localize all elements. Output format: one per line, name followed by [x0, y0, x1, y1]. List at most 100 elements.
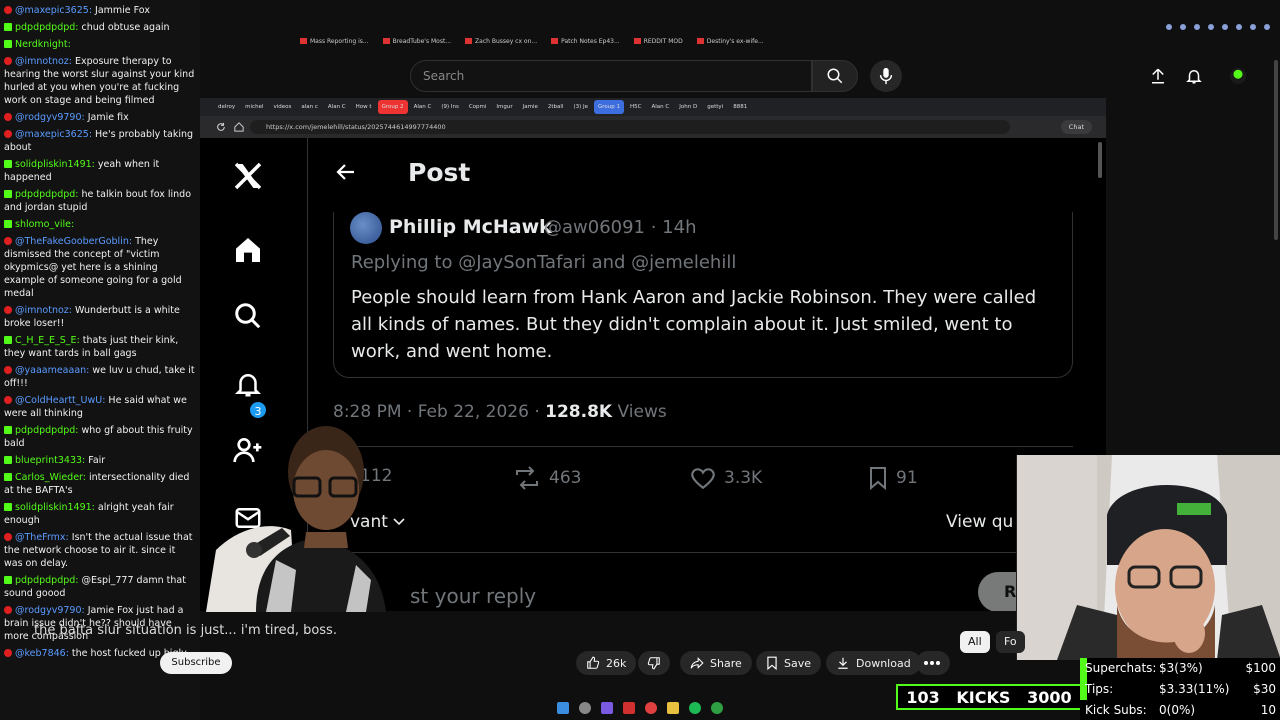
browser-tab[interactable]: How t: [352, 100, 376, 114]
tab-group[interactable]: Group 1: [594, 100, 625, 114]
browser-tab[interactable]: 2tball: [544, 100, 568, 114]
address-bar[interactable]: https://x.com/jemelehill/status/20257446…: [250, 120, 1010, 134]
app-icon[interactable]: [623, 702, 635, 714]
extension-icon[interactable]: [1194, 24, 1200, 30]
bookmark[interactable]: REDDIT MOD: [634, 38, 683, 52]
chat-username[interactable]: Carlos_Wieder:: [15, 472, 86, 483]
chat-username[interactable]: @imnotnoz:: [15, 305, 72, 316]
chat-username[interactable]: @maxepic3625:: [15, 5, 92, 16]
chat-username[interactable]: pdpdpdpdpd:: [15, 575, 79, 586]
extension-icon[interactable]: [1208, 24, 1214, 30]
bookmark[interactable]: BreadTube's Most...: [383, 38, 451, 52]
tab-group[interactable]: Group 2: [377, 100, 408, 114]
page-scrollbar[interactable]: [1274, 60, 1278, 240]
search-icon[interactable]: [579, 702, 591, 714]
share-button[interactable]: Share: [680, 651, 752, 675]
browser-tab[interactable]: Jamie: [519, 100, 542, 114]
chat-username[interactable]: @TheFakeGooberGoblin:: [15, 236, 132, 247]
stream-chat[interactable]: @maxepic3625: Jammie Fox pdpdpdpdpd: chud o…: [0, 0, 200, 720]
browser-tab[interactable]: Alan C: [324, 100, 350, 114]
extension-icon[interactable]: [1222, 24, 1228, 30]
post-time[interactable]: 8:28 PM · Feb 22, 2026 ·: [333, 402, 540, 422]
chat-username[interactable]: @yaaameaaan:: [15, 365, 89, 376]
chat-button[interactable]: Chat: [1060, 120, 1092, 134]
extension-icon[interactable]: [1250, 24, 1256, 30]
view-quotes-link[interactable]: View qu: [946, 512, 1013, 532]
chat-username[interactable]: @TheFrmx:: [15, 532, 69, 543]
xbox-icon[interactable]: [711, 702, 723, 714]
nav-home[interactable]: [230, 232, 266, 268]
chat-username[interactable]: Nerdknight:: [15, 39, 71, 50]
scrollbar[interactable]: [1098, 142, 1102, 178]
dislike-button[interactable]: [638, 651, 670, 675]
quoted-reply-card[interactable]: Phillip McHawk @aw06091 · 14h Replying t…: [333, 212, 1073, 378]
search-input[interactable]: Search: [410, 60, 812, 92]
chat-username[interactable]: shlomo_vile:: [15, 219, 74, 230]
filter-chip[interactable]: Fo: [996, 631, 1025, 653]
chat-username[interactable]: pdpdpdpdpd:: [15, 189, 79, 200]
extension-icon[interactable]: [1180, 24, 1186, 30]
chat-username[interactable]: blueprint3433:: [15, 455, 85, 466]
chat-username[interactable]: solidpliskin1491:: [15, 159, 95, 170]
like-button[interactable]: 3.3K: [690, 466, 762, 490]
browser-tab[interactable]: Copmi: [465, 100, 491, 114]
notifications-button[interactable]: [1182, 64, 1206, 88]
spotify-icon[interactable]: [689, 702, 701, 714]
chat-username[interactable]: pdpdpdpdpd:: [15, 22, 79, 33]
chat-username[interactable]: @ColdHeartt_UwU:: [15, 395, 105, 406]
avatar[interactable]: [350, 212, 382, 244]
search-button[interactable]: [812, 60, 858, 92]
browser-tab[interactable]: videos: [269, 100, 295, 114]
app-icon[interactable]: [601, 702, 613, 714]
author-handle[interactable]: @aw06091 · 14h: [544, 217, 697, 238]
bookmark[interactable]: Destiny's ex-wife...: [697, 38, 764, 52]
bookmark[interactable]: Mass Reporting is...: [300, 38, 369, 52]
chat-username[interactable]: C_H_E_E_S_E:: [15, 335, 80, 346]
bookmark-button[interactable]: 91: [868, 466, 918, 490]
nav-notifications[interactable]: [230, 366, 266, 402]
voice-search-button[interactable]: [870, 60, 902, 92]
browser-tab[interactable]: (9) Ins: [437, 100, 463, 114]
subscribe-button[interactable]: Subscribe: [160, 652, 232, 674]
extension-icon[interactable]: [1264, 24, 1270, 30]
home-icon[interactable]: [234, 122, 244, 132]
windows-start-icon[interactable]: [557, 702, 569, 714]
avatar[interactable]: [1226, 64, 1250, 88]
chat-username[interactable]: @rodgyv9790:: [15, 112, 85, 123]
browser-tab[interactable]: alan c: [297, 100, 322, 114]
filter-chip-all[interactable]: All: [960, 631, 990, 653]
save-button[interactable]: Save: [756, 651, 822, 675]
browser-tab[interactable]: John D: [675, 100, 701, 114]
more-actions-button[interactable]: [916, 651, 950, 675]
browser-tab[interactable]: gettyi: [703, 100, 727, 114]
repost-button[interactable]: 463: [513, 466, 581, 490]
chat-username[interactable]: pdpdpdpdpd:: [15, 425, 79, 436]
upload-button[interactable]: [1146, 64, 1170, 88]
x-logo[interactable]: [230, 158, 266, 194]
bookmark[interactable]: Patch Notes Ep43...: [551, 38, 620, 52]
browser-tab[interactable]: Alan C: [410, 100, 436, 114]
browser-tab[interactable]: Alan C: [648, 100, 674, 114]
download-button[interactable]: Download: [826, 651, 921, 675]
chat-username[interactable]: @imnotnoz:: [15, 56, 72, 67]
chat-username[interactable]: @keb7846:: [15, 648, 69, 659]
back-button[interactable]: [334, 160, 358, 188]
author-name[interactable]: Phillip McHawk: [389, 216, 552, 238]
like-button[interactable]: 26k: [576, 651, 637, 675]
browser-tab[interactable]: H5C: [626, 100, 645, 114]
folder-icon[interactable]: [667, 702, 679, 714]
browser-tab[interactable]: delroy: [214, 100, 239, 114]
browser-icon[interactable]: [645, 702, 657, 714]
browser-tab[interactable]: michel: [241, 100, 267, 114]
chat-username[interactable]: solidpliskin1491:: [15, 502, 95, 513]
chat-username[interactable]: @rodgyv9790:: [15, 605, 85, 616]
nav-explore[interactable]: [230, 298, 266, 334]
chat-username[interactable]: @maxepic3625:: [15, 129, 92, 140]
browser-tab[interactable]: (3) Je: [569, 100, 592, 114]
bookmark[interactable]: Zach Bussey cx on...: [465, 38, 537, 52]
browser-tab[interactable]: Imgur: [492, 100, 516, 114]
browser-tab[interactable]: 8881: [729, 100, 751, 114]
extension-icon[interactable]: [1236, 24, 1242, 30]
extension-icon[interactable]: [1166, 24, 1172, 30]
refresh-icon[interactable]: [216, 122, 226, 132]
